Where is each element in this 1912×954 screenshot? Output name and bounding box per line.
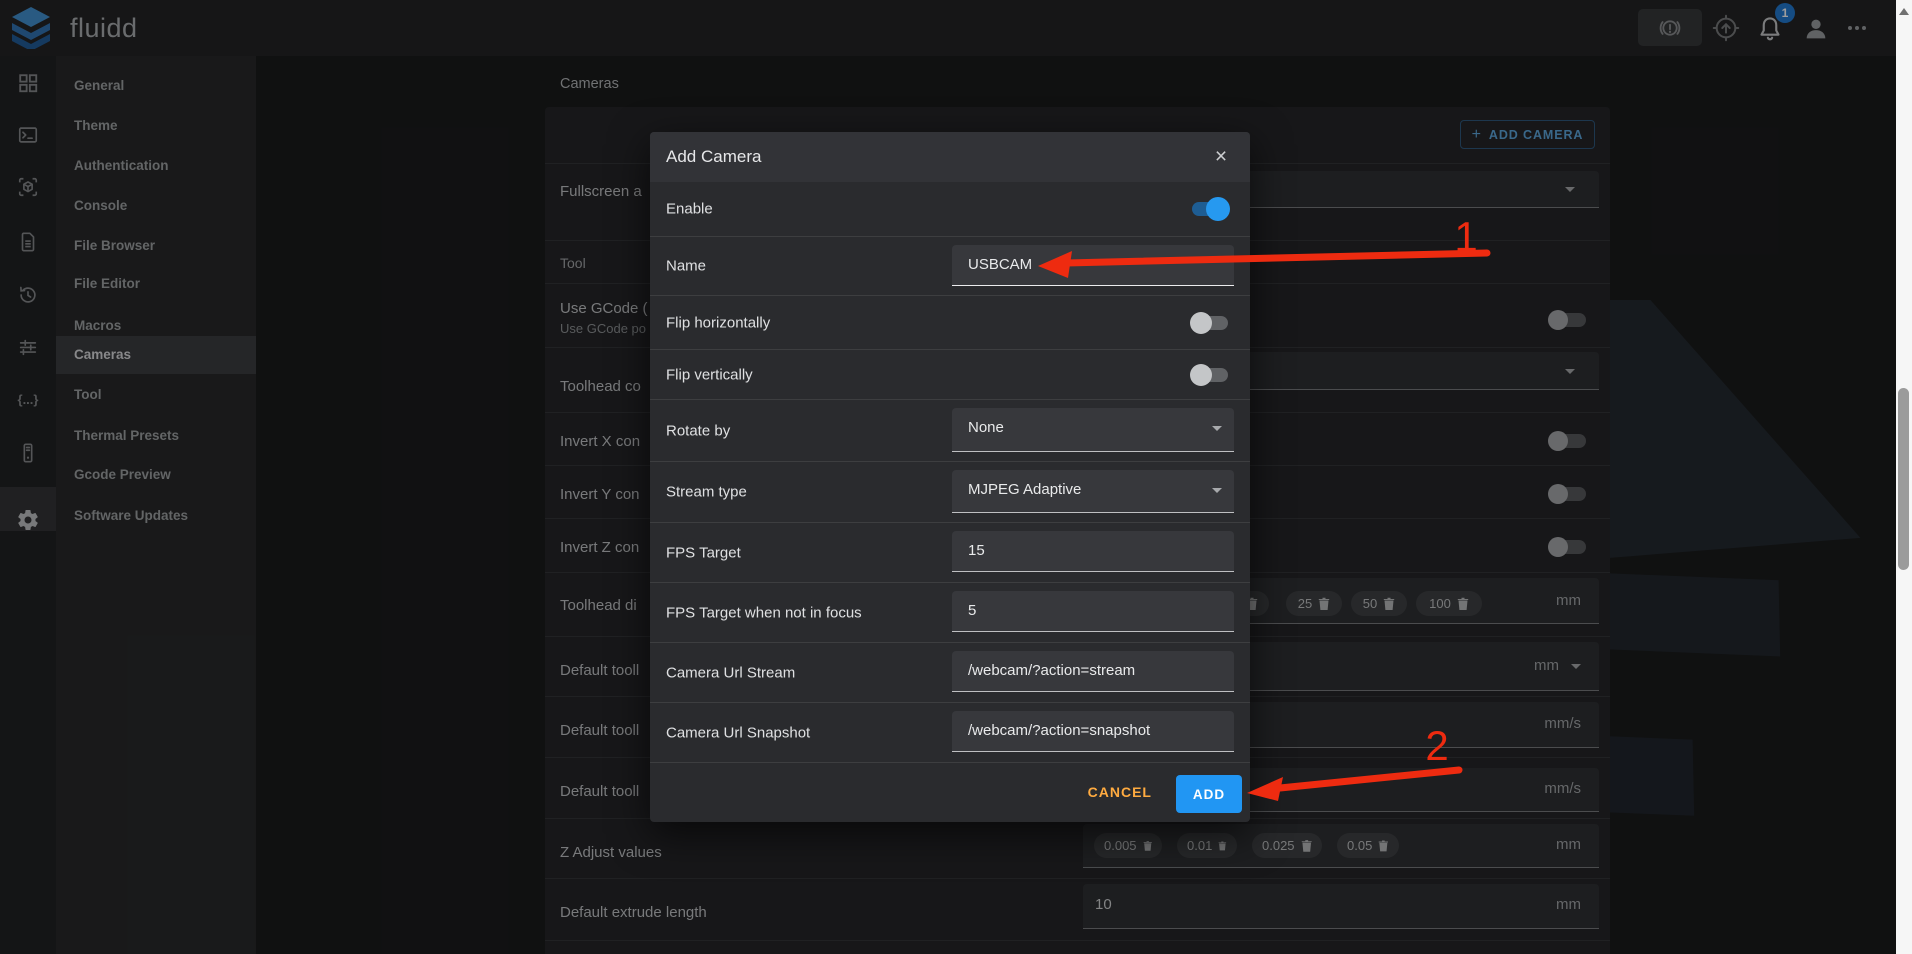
- name-input[interactable]: USBCAM: [952, 245, 1234, 286]
- stream-type-select[interactable]: MJPEG Adaptive: [952, 470, 1234, 513]
- stream-type-row: Stream type MJPEG Adaptive: [650, 462, 1250, 523]
- rotate-by-value: None: [968, 419, 1004, 436]
- scrollbar[interactable]: [1896, 0, 1912, 954]
- scroll-up-arrow-icon[interactable]: [1899, 8, 1909, 15]
- app-root: fluidd 1: [0, 0, 1912, 954]
- rotate-by-select[interactable]: None: [952, 408, 1234, 452]
- chevron-down-icon: [1212, 426, 1222, 431]
- flip-vertical-label: Flip vertically: [666, 366, 753, 383]
- camera-url-stream-row: Camera Url Stream /webcam/?action=stream: [650, 643, 1250, 703]
- fps-target-row: FPS Target 15: [650, 523, 1250, 583]
- fps-target-unfocused-input[interactable]: 5: [952, 591, 1234, 632]
- add-button[interactable]: ADD: [1176, 775, 1242, 813]
- flip-horizontal-row: Flip horizontally: [650, 296, 1250, 350]
- fps-target-input[interactable]: 15: [952, 531, 1234, 572]
- name-label: Name: [666, 258, 706, 275]
- enable-toggle[interactable]: [1192, 202, 1228, 216]
- add-camera-dialog: Add Camera × Enable Name USBCAM Flip hor…: [650, 132, 1250, 822]
- enable-row: Enable: [650, 182, 1250, 237]
- camera-url-snapshot-row: Camera Url Snapshot /webcam/?action=snap…: [650, 703, 1250, 763]
- rotate-by-label: Rotate by: [666, 422, 730, 439]
- dialog-header: Add Camera ×: [650, 132, 1250, 182]
- fps-target-label: FPS Target: [666, 544, 741, 561]
- stream-type-value: MJPEG Adaptive: [968, 481, 1081, 498]
- enable-label: Enable: [666, 201, 713, 218]
- camera-url-stream-input[interactable]: /webcam/?action=stream: [952, 651, 1234, 692]
- fps-target-unfocused-row: FPS Target when not in focus 5: [650, 583, 1250, 643]
- close-icon[interactable]: ×: [1208, 144, 1234, 170]
- stream-type-label: Stream type: [666, 484, 747, 501]
- chevron-down-icon: [1212, 488, 1222, 493]
- flip-horizontal-toggle[interactable]: [1192, 316, 1228, 330]
- scrollbar-thumb[interactable]: [1898, 388, 1909, 570]
- camera-url-snapshot-label: Camera Url Snapshot: [666, 724, 810, 741]
- rotate-by-row: Rotate by None: [650, 400, 1250, 462]
- dialog-actions: CANCEL ADD: [650, 763, 1250, 822]
- dialog-title: Add Camera: [666, 132, 761, 182]
- camera-url-snapshot-input[interactable]: /webcam/?action=snapshot: [952, 711, 1234, 752]
- name-row: Name USBCAM: [650, 237, 1250, 296]
- camera-url-stream-label: Camera Url Stream: [666, 664, 795, 681]
- flip-vertical-row: Flip vertically: [650, 350, 1250, 400]
- flip-horizontal-label: Flip horizontally: [666, 314, 770, 331]
- flip-vertical-toggle[interactable]: [1192, 368, 1228, 382]
- fps-target-unfocused-label: FPS Target when not in focus: [666, 604, 862, 621]
- cancel-button[interactable]: CANCEL: [1082, 783, 1158, 801]
